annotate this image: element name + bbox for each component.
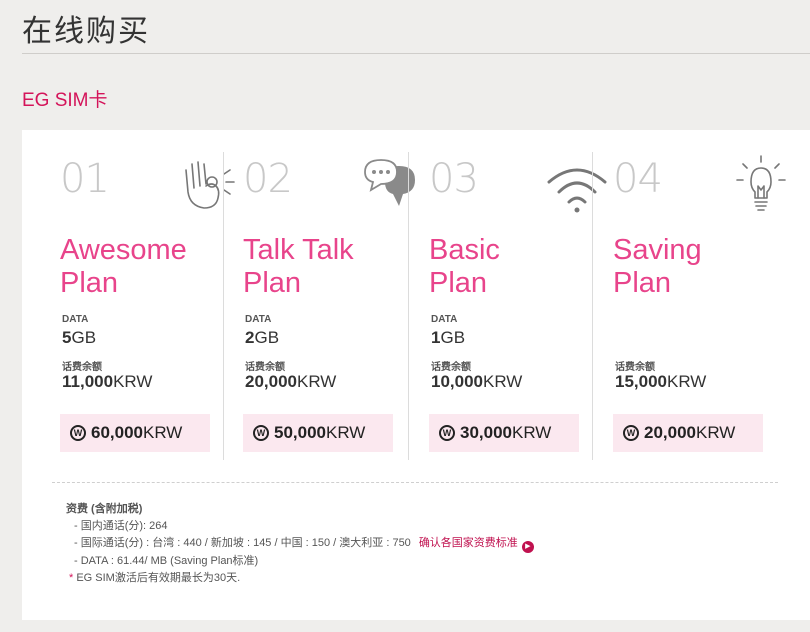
plan-name-line1: Basic	[429, 234, 500, 266]
price-amount: 30,000	[460, 423, 512, 442]
data-rate: - DATA : 61.44/ MB (Saving Plan标准)	[74, 555, 259, 567]
balance-value: 20,000KRW	[245, 372, 336, 392]
data-unit: GB	[440, 328, 466, 347]
plan-number: 01	[60, 156, 110, 202]
plan-name-line1: Awesome	[60, 234, 187, 266]
country-rates-link-label: 确认各国家资费标准	[418, 537, 518, 549]
arrow-right-icon: ▶	[521, 541, 534, 553]
price-unit: KRW	[143, 423, 183, 442]
data-unit: GB	[254, 328, 280, 347]
balance-label: 话费余额	[431, 362, 471, 373]
balance-value: 11,000KRW	[62, 372, 152, 392]
validity-note: * EG SIM激活后有效期最长为30天.	[52, 570, 778, 587]
price-button[interactable]: W 50,000KRW	[243, 414, 393, 452]
fee-notes: 资费 (含附加税) - 国内通话(分): 264 - 国际通话(分) : 台湾 …	[52, 482, 778, 602]
plan-name-line2: Plan	[429, 267, 488, 299]
price-amount: 50,000	[274, 423, 326, 442]
balance-label: 话费余额	[62, 362, 102, 373]
card-divider	[592, 152, 593, 460]
international-call-rate-text: - 国际通话(分) : 台湾 : 440 / 新加坡 : 145 / 中国 : …	[74, 537, 411, 549]
price-value: 50,000KRW	[274, 423, 365, 443]
price-value: 60,000KRW	[91, 423, 182, 443]
international-call-rate: - 国际通话(分) : 台湾 : 440 / 新加坡 : 145 / 中国 : …	[52, 535, 778, 553]
plan-card-talk-talk: 02 Talk Talk Plan DATA 2GB 话费余额 20,000KR…	[243, 152, 427, 452]
won-currency-icon: W	[439, 425, 455, 441]
wifi-icon	[547, 168, 607, 213]
plan-card-awesome: 01 Awesome Plan DATA 5GB 话费余额 11,000KRW …	[60, 152, 244, 452]
plan-number: 03	[429, 156, 479, 202]
won-currency-icon: W	[253, 425, 269, 441]
balance-amount: 11,000	[62, 372, 114, 391]
plan-name-line2: Plan	[613, 267, 672, 299]
price-button[interactable]: W 60,000KRW	[60, 414, 210, 452]
data-label: DATA	[431, 314, 458, 325]
fee-title: 资费 (含附加税)	[66, 503, 143, 515]
plan-name: Awesome Plan	[60, 234, 230, 300]
plan-name: Talk Talk Plan	[243, 234, 413, 300]
card-divider	[223, 152, 224, 460]
data-label: DATA	[62, 314, 89, 325]
data-label: DATA	[245, 314, 272, 325]
balance-amount: 20,000	[245, 372, 297, 391]
plan-card-saving: 04 Saving Plan 话费余额 15,000KRW W 20,000KR…	[613, 152, 797, 452]
balance-unit: KRW	[483, 372, 523, 391]
country-rates-link[interactable]: 确认各国家资费标准 ▶	[418, 537, 534, 553]
price-amount: 60,000	[91, 423, 143, 442]
price-value: 20,000KRW	[644, 423, 735, 443]
plan-name-line2: Plan	[60, 267, 119, 299]
price-amount: 20,000	[644, 423, 696, 442]
chat-bubbles-icon	[364, 159, 415, 206]
balance-unit: KRW	[297, 372, 337, 391]
page-title: 在线购买	[22, 15, 150, 48]
data-value: 2GB	[245, 328, 279, 348]
plan-name: Saving Plan	[613, 234, 783, 300]
balance-label: 话费余额	[615, 362, 655, 373]
balance-unit: KRW	[667, 372, 707, 391]
balance-value: 15,000KRW	[615, 372, 706, 392]
plan-number: 02	[243, 156, 293, 202]
price-unit: KRW	[326, 423, 366, 442]
price-value: 30,000KRW	[460, 423, 551, 443]
validity-text: EG SIM激活后有效期最长为30天.	[73, 572, 241, 584]
balance-amount: 15,000	[615, 372, 667, 391]
plan-card-basic: 03 Basic Plan DATA 1GB 话费余额 10,000KRW W …	[429, 152, 613, 452]
plan-name: Basic Plan	[429, 234, 599, 300]
title-divider	[22, 53, 810, 54]
price-unit: KRW	[696, 423, 736, 442]
plan-name-line1: Talk Talk	[243, 234, 354, 266]
plan-name-line1: Saving	[613, 234, 702, 266]
light-bulb-icon	[736, 155, 786, 211]
price-button[interactable]: W 30,000KRW	[429, 414, 579, 452]
data-unit: GB	[71, 328, 97, 347]
won-currency-icon: W	[623, 425, 639, 441]
balance-amount: 10,000	[431, 372, 483, 391]
balance-label: 话费余额	[245, 362, 285, 373]
domestic-call-rate: - 国内通话(分): 264	[74, 520, 168, 532]
balance-value: 10,000KRW	[431, 372, 522, 392]
data-value: 1GB	[431, 328, 465, 348]
data-value: 5GB	[62, 328, 96, 348]
plan-number: 04	[613, 156, 663, 202]
won-currency-icon: W	[70, 425, 86, 441]
balance-unit: KRW	[113, 372, 153, 391]
card-divider	[408, 152, 409, 460]
plans-panel: 01 Awesome Plan DATA 5GB 话费余额 11,000KRW …	[22, 130, 810, 620]
section-title: EG SIM卡	[22, 90, 108, 111]
price-button[interactable]: W 20,000KRW	[613, 414, 763, 452]
ok-hand-icon	[185, 161, 235, 209]
plan-name-line2: Plan	[243, 267, 302, 299]
price-unit: KRW	[512, 423, 552, 442]
